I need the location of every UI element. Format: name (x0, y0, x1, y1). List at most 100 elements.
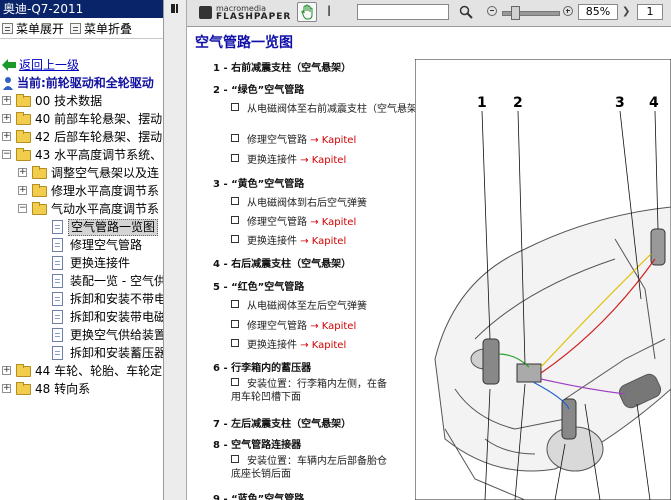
tree-item-selected[interactable]: 空气管路一览图 (0, 218, 163, 236)
kapitel-link[interactable]: → Kapitel (300, 155, 346, 166)
open-folder-icon (16, 148, 31, 161)
expand-all-button[interactable]: 菜单展开 (2, 20, 64, 37)
subentry-text: 修理空气管路 (247, 135, 307, 146)
expand-toggle[interactable]: + (2, 132, 11, 141)
zoom-out-icon[interactable] (487, 6, 497, 16)
hand-tool-button[interactable] (297, 2, 317, 22)
chevron-right-icon[interactable]: ❯ (622, 6, 630, 17)
menu-icon (2, 22, 13, 34)
tree-item-label: 00 技术数据 (35, 94, 103, 108)
subentry-text: 从电磁阀体至右前减震支柱（空气悬架） (247, 104, 427, 115)
legend-subentry[interactable]: 更换连接件 → Kapitel (231, 232, 346, 247)
search-icon[interactable] (459, 5, 473, 19)
folder-icon (32, 184, 47, 197)
open-folder-icon (32, 202, 47, 215)
legend-subentry[interactable]: 修理空气管路 → Kapitel (231, 131, 356, 146)
tree-item[interactable]: 修理空气管路 (0, 236, 163, 254)
document-icon (52, 292, 63, 306)
legend-subentry[interactable]: 更换连接件 → Kapitel (231, 151, 346, 166)
legend-subentry: 从电磁阀体至右前减震支柱（空气悬架） (231, 100, 427, 115)
legend-entry: 9 - “蓝色”空气管路 (213, 494, 305, 500)
legend-subentry[interactable]: 更换连接件 → Kapitel (231, 336, 346, 351)
tree-item[interactable]: − 气动水平高度调节系 (0, 200, 163, 218)
zoom-slider[interactable] (502, 6, 560, 20)
kapitel-link[interactable]: → Kapitel (300, 340, 346, 351)
tree-item-label: 更换空气供给装置 (70, 328, 164, 342)
bullet-icon (231, 320, 239, 328)
subentry-text: 修理空气管路 (247, 321, 307, 332)
page-number[interactable]: 1 (637, 4, 663, 20)
kapitel-link[interactable]: → Kapitel (300, 236, 346, 247)
tree-item[interactable]: 拆卸和安装不带电 (0, 290, 163, 308)
rear-left-strut (561, 398, 577, 440)
expand-toggle[interactable]: + (2, 114, 11, 123)
kapitel-link[interactable]: → Kapitel (310, 321, 356, 332)
tree-item[interactable]: + 00 技术数据 (0, 92, 163, 110)
tree-item[interactable]: 更换空气供给装置 (0, 326, 163, 344)
expand-toggle[interactable]: + (2, 96, 11, 105)
callout-label: 1 (477, 95, 487, 111)
location-icon (3, 77, 13, 90)
tree-item-label: 44 车轮、轮胎、车轮定 (35, 364, 163, 378)
callout-label: 2 (513, 95, 523, 111)
folder-icon (16, 382, 31, 395)
panel-splitter[interactable] (164, 0, 187, 500)
tree-item[interactable]: + 调整空气悬架以及连 (0, 164, 163, 182)
tree-item-label: 气动水平高度调节系 (51, 202, 160, 216)
kapitel-link[interactable]: → Kapitel (310, 135, 356, 146)
zoom-level[interactable]: 85% (578, 4, 618, 20)
tree-toolbar: 菜单展开 菜单折叠 (0, 18, 163, 39)
bullet-icon (231, 455, 239, 463)
kapitel-link[interactable]: → Kapitel (310, 217, 356, 228)
tree-item[interactable]: 拆卸和安装带电磁 (0, 308, 163, 326)
tree-item[interactable]: − 43 水平高度调节系统、 (0, 146, 163, 164)
tree-item-label: 48 转向系 (35, 382, 91, 396)
tree-item[interactable]: 拆卸和安装蓄压器 (0, 344, 163, 362)
tree-item-label: 修理空气管路 (70, 238, 143, 252)
bullet-icon (231, 300, 239, 308)
expand-toggle[interactable]: + (2, 384, 11, 393)
tree-item-label: 调整空气悬架以及连 (51, 166, 160, 180)
document-icon (52, 220, 63, 234)
rear-right-strut (650, 228, 666, 266)
collapse-toggle[interactable]: − (18, 204, 27, 213)
tree-item[interactable]: + 修理水平高度调节系 (0, 182, 163, 200)
zoom-in-icon[interactable] (563, 6, 573, 16)
tree-item[interactable]: 更换连接件 (0, 254, 163, 272)
legend-subentry[interactable]: 修理空气管路 → Kapitel (231, 317, 356, 332)
text-select-icon[interactable]: I (327, 4, 331, 20)
bullet-icon (231, 339, 239, 347)
air-line-diagram: 1 2 3 4 (415, 59, 671, 500)
expand-toggle[interactable]: + (18, 168, 27, 177)
hand-icon (301, 4, 313, 20)
subentry-text: 更换连接件 (247, 340, 297, 351)
tree-item[interactable]: + 42 后部车轮悬架、摆动 (0, 128, 163, 146)
subentry-text: 修理空气管路 (247, 217, 307, 228)
front-right-strut (482, 338, 500, 385)
bullet-icon (231, 378, 239, 386)
folder-icon (16, 364, 31, 377)
bullet-icon (231, 216, 239, 224)
flashpaper-logo: macromedia FLASHPAPER (199, 4, 292, 22)
tree-item[interactable]: 装配一览 - 空气供 (0, 272, 163, 290)
back-link[interactable]: 返回上一级 (19, 56, 79, 74)
zoom-slider-thumb[interactable] (511, 6, 520, 20)
expand-toggle[interactable]: + (18, 186, 27, 195)
legend-entry: 1 - 右前减震支柱（空气悬架） (213, 63, 352, 74)
tree-item[interactable]: + 40 前部车轮悬架、摆动 (0, 110, 163, 128)
tree-view: 返回上一级 当前:前轮驱动和全轮驱动 + 00 技术数据 + 40 前部车轮悬架… (0, 56, 163, 398)
logo-name-text: FLASHPAPER (216, 12, 292, 22)
navigation-panel: 奥迪-Q7-2011 菜单展开 菜单折叠 返回上一级 当前:前轮驱动和全轮驱动 … (0, 0, 164, 500)
legend-entry: 8 - 空气管路连接器 (213, 440, 302, 451)
subentry-text: 从电磁阀体至左后空气弹簧 (247, 301, 367, 312)
folder-icon (16, 94, 31, 107)
back-link-row[interactable]: 返回上一级 (0, 56, 163, 74)
tree-item[interactable]: + 44 车轮、轮胎、车轮定 (0, 362, 163, 380)
expand-toggle[interactable]: + (2, 366, 11, 375)
tree-item-label: 42 后部车轮悬架、摆动 (35, 130, 163, 144)
collapse-all-button[interactable]: 菜单折叠 (70, 20, 132, 37)
tree-item[interactable]: + 48 转向系 (0, 380, 163, 398)
search-input[interactable] (357, 4, 449, 20)
collapse-toggle[interactable]: − (2, 150, 11, 159)
legend-subentry[interactable]: 修理空气管路 → Kapitel (231, 213, 356, 228)
